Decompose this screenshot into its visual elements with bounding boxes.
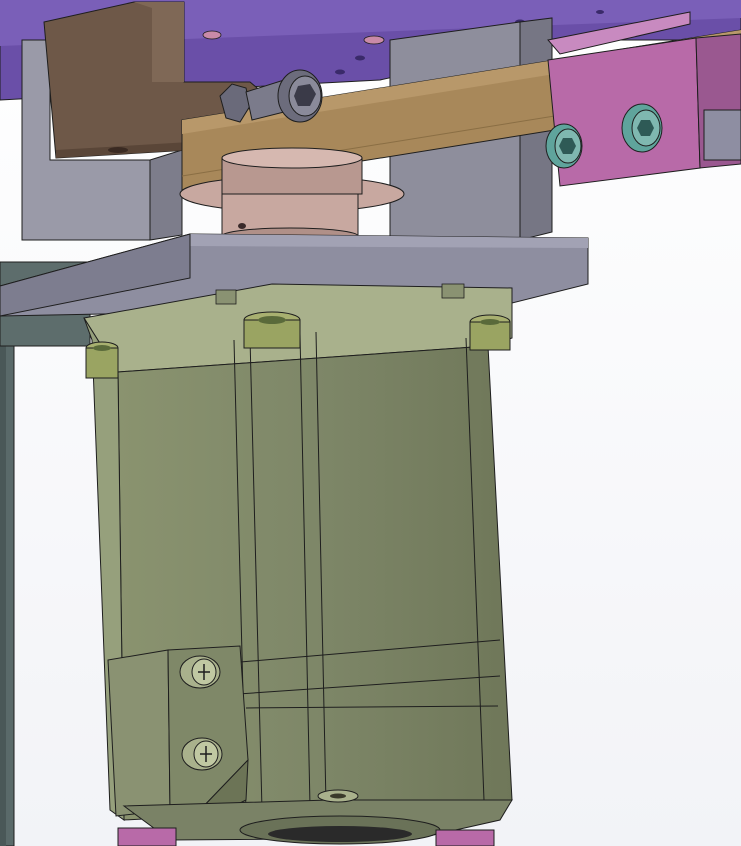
base-foot-right[interactable] — [435, 829, 495, 846]
socket-cap-screw-icon[interactable] — [621, 103, 663, 153]
motor-spacer-right[interactable] — [469, 314, 511, 351]
motor-connector-housing[interactable] — [107, 645, 249, 821]
cad-viewport[interactable] — [0, 0, 741, 846]
phillips-screw-icon[interactable] — [179, 655, 221, 689]
motor-spacer-left[interactable] — [85, 341, 119, 379]
cad-assembly-view — [0, 0, 741, 846]
phillips-screw-icon[interactable] — [181, 737, 223, 771]
motor-spacer-center[interactable] — [243, 311, 301, 349]
socket-cap-screw-icon[interactable] — [545, 123, 583, 169]
base-foot-left[interactable] — [117, 827, 177, 846]
